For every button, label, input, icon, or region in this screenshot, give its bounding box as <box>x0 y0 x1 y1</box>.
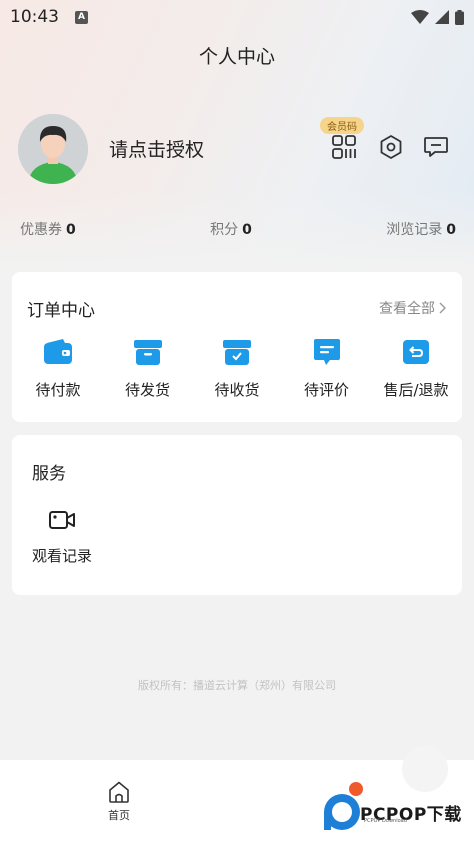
battery-icon <box>455 9 464 25</box>
page-title: 个人中心 <box>198 46 275 68</box>
pcpop-logo-icon <box>324 782 363 830</box>
order-label: 待发货 <box>124 381 170 399</box>
signal-icon <box>435 10 449 24</box>
settings-icon[interactable] <box>378 134 404 160</box>
chevron-right-icon <box>439 302 446 314</box>
status-time: 10:43 <box>10 7 59 27</box>
vip-badge: 会员码 <box>320 117 364 134</box>
comment-icon <box>313 339 340 365</box>
login-prompt[interactable]: 请点击授权 <box>109 135 204 162</box>
order-pending-payment[interactable]: 待付款 <box>15 338 101 400</box>
order-label: 待付款 <box>35 381 81 399</box>
member-code-icon[interactable] <box>331 134 357 160</box>
stat-history[interactable]: 浏览记录 0 <box>386 219 456 239</box>
refund-icon <box>403 340 429 364</box>
services-card: 服务 观看记录 <box>12 435 462 595</box>
order-center-title: 订单中心 <box>27 301 95 321</box>
service-watch-history[interactable]: 观看记录 <box>32 509 92 566</box>
stat-value: 0 <box>66 222 76 238</box>
status-bar: 10:43 A <box>0 0 474 34</box>
view-all-link[interactable]: 查看全部 <box>379 298 446 318</box>
video-camera-icon <box>49 511 75 529</box>
stats-row: 优惠券 0 积分 0 浏览记录 0 <box>20 219 456 239</box>
stat-value: 0 <box>242 222 252 238</box>
user-avatar[interactable] <box>18 114 88 184</box>
order-label: 待收货 <box>214 381 260 399</box>
stat-label: 积分 <box>210 222 239 238</box>
message-icon[interactable] <box>423 134 449 160</box>
watermark-logo: PCPOP下载 PCPOP Download <box>320 780 470 832</box>
stat-label: 优惠券 <box>20 222 62 238</box>
tab-home[interactable]: 首页 <box>98 780 140 823</box>
watermark-subtext: PCPOP Download <box>364 818 407 824</box>
home-icon <box>109 781 129 803</box>
avatar-illustration <box>18 114 88 184</box>
copyright-text: 版权所有：播道云计算（郑州）有限公司 <box>138 679 336 692</box>
order-status-row: 待付款 待发货 待收货 待评价 售后/退款 <box>12 338 462 400</box>
stat-points[interactable]: 积分 0 <box>210 219 252 239</box>
order-label: 售后/退款 <box>383 381 449 399</box>
box-icon <box>133 340 162 365</box>
order-label: 待评价 <box>303 381 349 399</box>
wallet-icon <box>44 339 72 364</box>
view-all-label: 查看全部 <box>379 301 435 317</box>
wifi-icon <box>411 10 429 24</box>
services-title: 服务 <box>32 464 66 484</box>
status-icons <box>411 9 464 25</box>
order-pending-shipment[interactable]: 待发货 <box>105 338 191 400</box>
order-after-sales[interactable]: 售后/退款 <box>373 338 459 400</box>
service-label: 观看记录 <box>32 547 93 565</box>
box-check-icon <box>223 340 251 365</box>
stat-coupons[interactable]: 优惠券 0 <box>20 219 76 239</box>
tab-label: 首页 <box>108 809 130 822</box>
order-pending-review[interactable]: 待评价 <box>284 338 370 400</box>
order-pending-receipt[interactable]: 待收货 <box>194 338 280 400</box>
stat-label: 浏览记录 <box>386 222 443 238</box>
order-center-card: 订单中心 查看全部 待付款 待发货 待收货 待评价 售后/退款 <box>12 272 462 422</box>
a-square-icon: A <box>75 10 88 24</box>
stat-value: 0 <box>446 222 456 238</box>
